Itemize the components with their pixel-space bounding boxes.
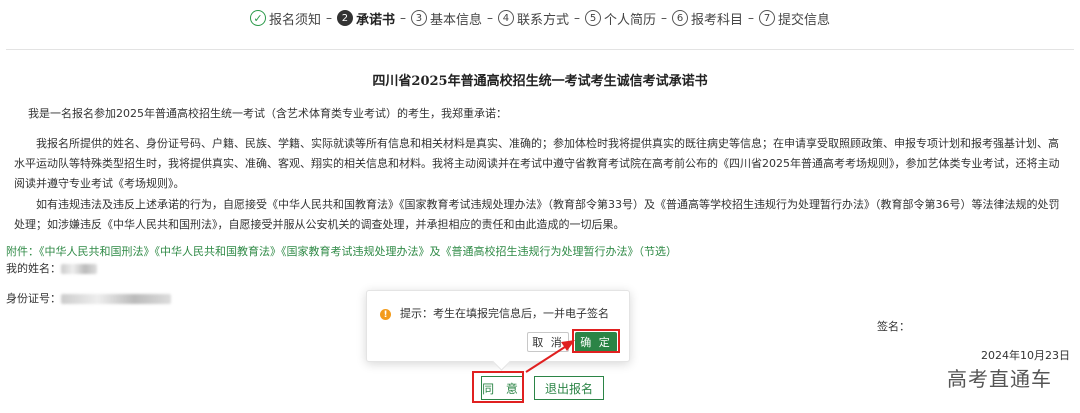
watermark: 高考直通车 <box>947 369 1052 391</box>
step-number: 7 <box>759 10 776 26</box>
id-value-redacted <box>61 294 171 304</box>
step-progress: ✓ 报名须知 – 2 承诺书 – 3 基本信息 – 4 联系方式 – 5 个人简… <box>0 4 1080 32</box>
confirm-popover: ! 提示：考生在填报完信息后，一并电子签名 取 消 确 定 <box>366 290 630 371</box>
step-6: 6 报考科目 <box>672 9 743 28</box>
pledge-intro: 我是一名报名参加2025年普通高校招生统一考试（含艺术体育类专业考试）的考生，我… <box>28 107 507 120</box>
step-separator: – <box>748 11 755 25</box>
check-circle-icon: ✓ <box>249 10 266 26</box>
step-3: 3 基本信息 <box>410 9 482 28</box>
pledge-paragraph-2: 如有违规违法及违反上述承诺的行为，自愿接受《中华人民共和国教育法》《国家教育考试… <box>14 198 1060 231</box>
step-label: 报名须知 <box>268 12 321 28</box>
step-7: 7 提交信息 <box>759 9 830 28</box>
step-separator: – <box>661 11 668 25</box>
divider <box>6 49 1074 50</box>
step-1: ✓ 报名须知 <box>249 9 321 28</box>
popover-message: 提示：考生在填报完信息后，一并电子签名 <box>400 307 609 320</box>
step-2: 2 承诺书 <box>336 9 395 28</box>
step-separator: – <box>325 11 332 25</box>
step-4: 4 联系方式 <box>497 9 569 28</box>
step-label: 个人简历 <box>604 12 657 28</box>
step-separator: – <box>486 11 493 25</box>
cancel-button[interactable]: 取 消 <box>527 332 569 352</box>
name-label: 我的姓名： <box>6 262 61 275</box>
warning-icon: ! <box>380 309 391 320</box>
step-label: 报考科目 <box>691 12 744 28</box>
exit-registration-button[interactable]: 退出报名 <box>534 376 604 400</box>
step-separator: – <box>574 11 580 25</box>
step-number: 3 <box>410 10 427 26</box>
step-label: 联系方式 <box>516 12 569 28</box>
id-label: 身份证号： <box>6 292 61 305</box>
step-number: 4 <box>497 10 514 26</box>
step-number: 5 <box>585 10 601 26</box>
step-separator: – <box>399 11 406 25</box>
step-number: 2 <box>336 10 353 26</box>
step-number: 6 <box>672 10 689 26</box>
step-label: 提交信息 <box>778 12 831 28</box>
step-label: 基本信息 <box>429 12 482 28</box>
document-title: 四川省2025年普通高校招生统一考试考生诚信考试承诺书 <box>372 74 708 89</box>
pledge-paragraph-1: 我报名所提供的姓名、身份证号码、户籍、民族、学籍、实际就读等所有信息和相关材料是… <box>14 137 1060 190</box>
step-5: 5 个人简历 <box>585 9 656 28</box>
name-row: 我的姓名： <box>6 259 1066 279</box>
agree-button[interactable]: 同 意 <box>481 376 523 400</box>
confirm-button[interactable]: 确 定 <box>575 332 617 352</box>
name-value-redacted <box>61 264 97 274</box>
step-label: 承诺书 <box>355 12 395 28</box>
sign-date: 2024年10月23日 <box>981 349 1070 362</box>
signature-label: 签名： <box>877 320 910 333</box>
popover-arrow <box>492 352 511 371</box>
